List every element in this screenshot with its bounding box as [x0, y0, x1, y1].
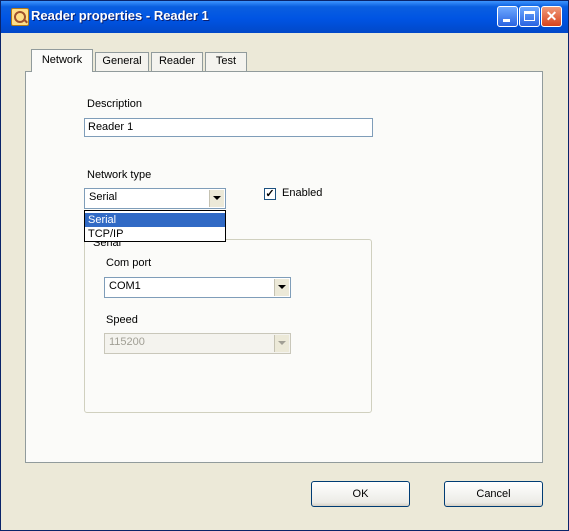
dropdown-option-tcpip[interactable]: TCP/IP	[85, 227, 225, 241]
description-label: Description	[87, 98, 143, 110]
enabled-label: Enabled	[282, 187, 323, 199]
tab-general[interactable]: General	[95, 52, 149, 71]
tab-test[interactable]: Test	[205, 52, 247, 71]
network-type-dropdown-button[interactable]	[209, 190, 224, 207]
speed-dropdown-button[interactable]	[274, 335, 289, 352]
cancel-button[interactable]: Cancel	[444, 481, 543, 507]
speed-value: 115200	[109, 336, 145, 348]
minimize-icon	[503, 19, 510, 22]
minimize-button[interactable]	[497, 6, 518, 27]
speed-select[interactable]: 115200	[104, 333, 291, 354]
chevron-down-icon	[278, 341, 286, 345]
title-bar[interactable]: Reader properties - Reader 1 ✕	[1, 1, 568, 33]
window-title: Reader properties - Reader 1	[31, 8, 209, 23]
com-port-select[interactable]: COM1	[104, 277, 291, 298]
com-port-label: Com port	[106, 257, 152, 269]
tab-reader[interactable]: Reader	[151, 52, 203, 71]
chevron-down-icon	[278, 285, 286, 289]
dialog-window: Reader properties - Reader 1 ✕ Network G…	[0, 0, 569, 531]
close-icon: ✕	[545, 8, 558, 24]
com-port-value: COM1	[109, 280, 141, 292]
network-type-label: Network type	[87, 169, 152, 181]
enabled-checkbox[interactable]: ✓	[264, 188, 276, 200]
dropdown-option-serial[interactable]: Serial	[85, 213, 225, 227]
close-button[interactable]: ✕	[541, 6, 562, 27]
maximize-icon	[524, 11, 535, 21]
com-port-dropdown-button[interactable]	[274, 279, 289, 296]
ok-button[interactable]: OK	[311, 481, 410, 507]
chevron-down-icon	[213, 196, 221, 200]
maximize-button[interactable]	[519, 6, 540, 27]
tab-network[interactable]: Network	[31, 49, 93, 72]
speed-label: Speed	[106, 314, 138, 326]
description-field[interactable]: Reader 1	[84, 118, 373, 137]
network-type-value: Serial	[89, 191, 118, 203]
network-type-select[interactable]: Serial	[84, 188, 226, 209]
network-type-dropdown-list: Serial TCP/IP	[84, 210, 226, 242]
reader-app-icon	[11, 8, 29, 26]
